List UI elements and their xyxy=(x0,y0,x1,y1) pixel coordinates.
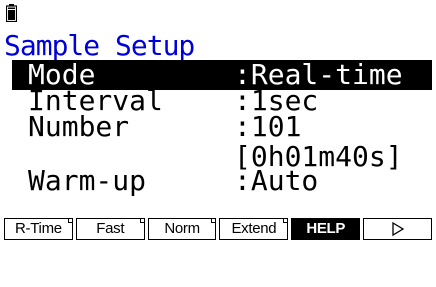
f1-r-time-button[interactable]: R-Time xyxy=(4,218,73,240)
f2-fast-button[interactable]: Fast xyxy=(75,218,145,240)
triangle-right-icon xyxy=(391,222,404,236)
setting-value-number: :101 xyxy=(234,110,302,143)
battery-icon xyxy=(6,4,17,22)
setting-label-number: Number xyxy=(28,110,130,143)
f4-extend-button[interactable]: Extend xyxy=(219,218,289,240)
f3-norm-button[interactable]: Norm xyxy=(147,218,217,240)
setting-row-number[interactable]: Number :101 xyxy=(12,112,301,142)
setting-row-warm-up[interactable]: Warm-up :Auto xyxy=(12,166,318,196)
setting-label-warm-up: Warm-up xyxy=(28,164,147,197)
calculator-screen: Sample Setup Mode :Real-time Interval :1… xyxy=(0,0,436,244)
f6-next-button[interactable] xyxy=(363,218,432,240)
f5-help-button[interactable]: HELP xyxy=(291,218,361,240)
function-key-bar: R-Time Fast Norm Extend HELP xyxy=(4,218,432,240)
screen-title: Sample Setup xyxy=(4,29,195,62)
setting-value-warm-up: :Auto xyxy=(234,164,319,197)
